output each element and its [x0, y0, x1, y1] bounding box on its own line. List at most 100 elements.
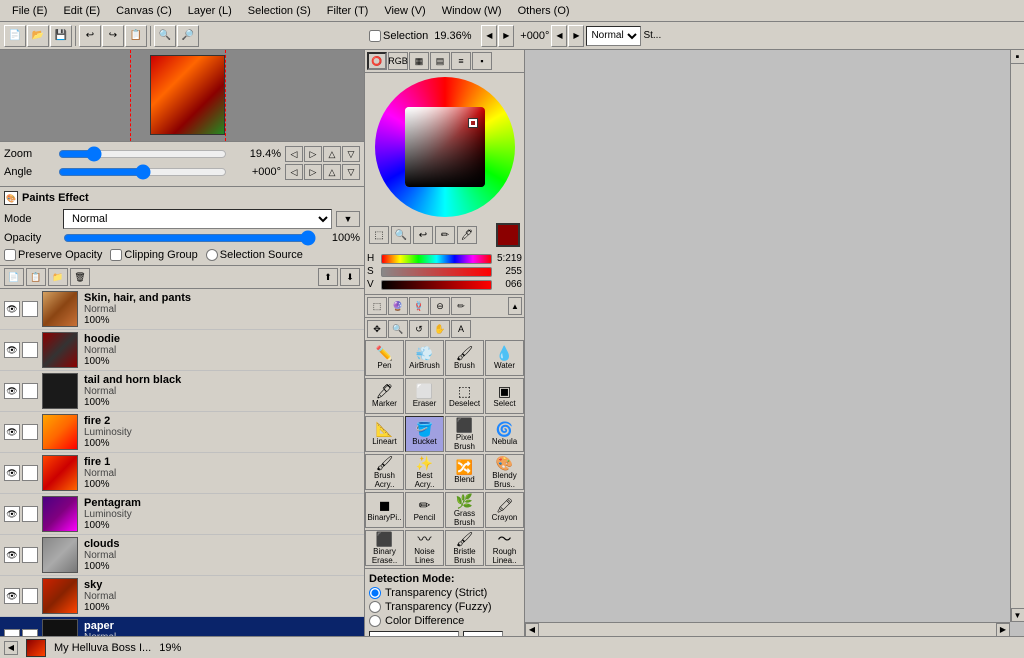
detection-strict-radio[interactable]: [369, 587, 381, 599]
tool-save[interactable]: 💾: [50, 25, 72, 47]
color-tool-1[interactable]: ⬚: [369, 226, 389, 244]
status-scroll-btn[interactable]: ◀: [4, 641, 18, 655]
hscroll-right-btn[interactable]: ▶: [996, 623, 1010, 637]
tool-btn-eraser[interactable]: ⬜Eraser: [405, 378, 444, 414]
layer-item-8[interactable]: 👁 paper Normal 100%: [0, 617, 364, 636]
menu-view[interactable]: View (V): [376, 3, 433, 19]
layer-eye-8[interactable]: 👁: [4, 629, 20, 636]
color-palette-btn[interactable]: ▦: [409, 52, 429, 70]
transp-select[interactable]: Transp diff.: [369, 631, 459, 636]
menu-others[interactable]: Others (O): [510, 3, 578, 19]
layer-lock-3[interactable]: [22, 424, 38, 440]
angle-slider[interactable]: [58, 166, 227, 178]
preserve-opacity-label[interactable]: Preserve Opacity: [4, 249, 102, 261]
color-wheel[interactable]: [375, 77, 515, 217]
layer-eye-4[interactable]: 👁: [4, 465, 20, 481]
layer-eye-6[interactable]: 👁: [4, 547, 20, 563]
layer-item-6[interactable]: 👁 clouds Normal 100%: [0, 535, 364, 576]
menu-filter[interactable]: Filter (T): [319, 3, 377, 19]
menu-edit[interactable]: Edit (E): [55, 3, 108, 19]
detection-strict[interactable]: Transparency (Strict): [369, 587, 520, 599]
transp-value[interactable]: [463, 631, 503, 636]
scroll-up-btn[interactable]: ▲: [508, 297, 522, 315]
zoom-slider[interactable]: [58, 148, 227, 160]
tool-btn-bucket[interactable]: 🪣Bucket: [405, 416, 444, 452]
tool-btn-brush[interactable]: 🖌Brush: [445, 340, 484, 376]
canvas-corner-scroll[interactable]: ▪: [1010, 50, 1024, 64]
tool-zoom-in[interactable]: 🔍: [154, 25, 176, 47]
tool-eyedrop[interactable]: ✏: [451, 297, 471, 315]
angle-btn3[interactable]: △: [323, 164, 341, 180]
color-rgb-btn[interactable]: RGB: [388, 52, 408, 70]
tool-btn-select[interactable]: ▣Select: [485, 378, 524, 414]
hscroll-left-btn[interactable]: ◀: [525, 623, 539, 637]
layer-lock-0[interactable]: [22, 301, 38, 317]
selection-source-radio[interactable]: [206, 249, 218, 261]
zoom-fill-btn[interactable]: △: [323, 146, 341, 162]
tool-btn-best-acry..[interactable]: ✨Best Acry..: [405, 454, 444, 490]
tool-text[interactable]: A: [451, 320, 471, 338]
blend-mode-select[interactable]: Normal: [586, 26, 641, 46]
menu-layer[interactable]: Layer (L): [180, 3, 240, 19]
menu-selection[interactable]: Selection (S): [240, 3, 319, 19]
color-swatch-btn[interactable]: ▤: [430, 52, 450, 70]
color-tool-3[interactable]: ↩: [413, 226, 433, 244]
layer-lock-2[interactable]: [22, 383, 38, 399]
layer-lock-4[interactable]: [22, 465, 38, 481]
color-extra-btn[interactable]: ▪: [472, 52, 492, 70]
vscroll-track[interactable]: [1013, 64, 1023, 608]
layer-eye-7[interactable]: 👁: [4, 588, 20, 604]
rot-inc-btn[interactable]: ▶: [568, 25, 584, 47]
preserve-opacity-check[interactable]: [4, 249, 16, 261]
zoom-dec-btn[interactable]: ◀: [481, 25, 497, 47]
clipping-group-check[interactable]: [110, 249, 122, 261]
tool-copy[interactable]: 📋: [125, 25, 147, 47]
layer-item-3[interactable]: 👁 fire 2 Luminosity 100%: [0, 412, 364, 453]
layer-lock-1[interactable]: [22, 342, 38, 358]
layer-item-0[interactable]: 👁 Skin, hair, and pants Normal 100%: [0, 289, 364, 330]
zoom-fit-btn[interactable]: ◁: [285, 146, 303, 162]
layer-folder-btn[interactable]: 📁: [48, 268, 68, 286]
tool-btn-marker[interactable]: 🖊Marker: [365, 378, 404, 414]
angle-btn1[interactable]: ◁: [285, 164, 303, 180]
menu-window[interactable]: Window (W): [434, 3, 510, 19]
layer-down-btn[interactable]: ⬇: [340, 268, 360, 286]
detection-fuzzy[interactable]: Transparency (Fuzzy): [369, 601, 520, 613]
layer-up-btn[interactable]: ⬆: [318, 268, 338, 286]
rot-dec-btn[interactable]: ◀: [551, 25, 567, 47]
tool-btn-grass-brush[interactable]: 🌿Grass Brush: [445, 492, 484, 528]
tool-redo[interactable]: ↪: [102, 25, 124, 47]
tool-btn-pen[interactable]: ✏️Pen: [365, 340, 404, 376]
layer-item-7[interactable]: 👁 sky Normal 100%: [0, 576, 364, 617]
opacity-slider[interactable]: [63, 231, 316, 245]
tool-btn-pixel-brush[interactable]: ⬛Pixel Brush: [445, 416, 484, 452]
tool-select-magic[interactable]: 🔮: [388, 297, 408, 315]
layer-eye-1[interactable]: 👁: [4, 342, 20, 358]
clipping-group-label[interactable]: Clipping Group: [110, 249, 197, 261]
tool-btn-brush-acry..[interactable]: 🖌Brush Acry..: [365, 454, 404, 490]
tool-btn-nebula[interactable]: 🌀Nebula: [485, 416, 524, 452]
color-tool-4[interactable]: ✏: [435, 226, 455, 244]
layer-lock-6[interactable]: [22, 547, 38, 563]
zoom-reset-btn[interactable]: ▽: [342, 146, 360, 162]
color-wheel-btn[interactable]: ⭕: [367, 52, 387, 70]
canvas-hscrollbar[interactable]: ◀ ▶: [525, 622, 1010, 636]
tool-btn-airbrush[interactable]: 💨AirBrush: [405, 340, 444, 376]
layer-delete-btn[interactable]: 🗑: [70, 268, 90, 286]
color-wheel-area[interactable]: [375, 77, 515, 217]
tool-new[interactable]: 📄: [4, 25, 26, 47]
layer-item-1[interactable]: 👁 hoodie Normal 100%: [0, 330, 364, 371]
layer-eye-2[interactable]: 👁: [4, 383, 20, 399]
tool-lasso[interactable]: 🪢: [409, 297, 429, 315]
tool-btn-blend[interactable]: 🔀Blend: [445, 454, 484, 490]
selection-source-label[interactable]: Selection Source: [206, 249, 303, 261]
tool-btn-lineart[interactable]: 📐Lineart: [365, 416, 404, 452]
mode-btn[interactable]: ▼: [336, 211, 360, 227]
tool-btn-water[interactable]: 💧Water: [485, 340, 524, 376]
tool-move[interactable]: ✥: [367, 320, 387, 338]
color-picker-square[interactable]: [405, 107, 485, 187]
angle-btn2[interactable]: ▷: [304, 164, 322, 180]
tool-deselect[interactable]: ⊖: [430, 297, 450, 315]
tool-hand[interactable]: ✋: [430, 320, 450, 338]
tool-open[interactable]: 📂: [27, 25, 49, 47]
